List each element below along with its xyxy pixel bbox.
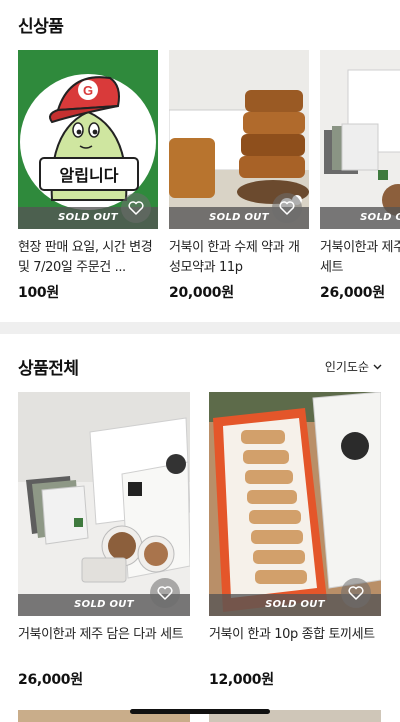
home-indicator[interactable] (130, 709, 270, 714)
sold-out-badge: SOLD OUT (320, 207, 400, 229)
heart-icon (128, 201, 144, 215)
all-products-title: 상품전체 (18, 359, 79, 379)
product-name[interactable]: 거북이 한과 수제 약과 개성모약과 11p (169, 238, 309, 278)
wishlist-button[interactable] (150, 578, 180, 608)
product-card[interactable]: SOLD OUT 거북이한과 제주 담은 다과 세트 26,000원 (320, 50, 400, 300)
product-name[interactable]: 거북이한과 제주 담은 다과 세트 (18, 625, 190, 665)
wishlist-button[interactable] (121, 193, 151, 223)
heart-icon (279, 201, 295, 215)
product-image[interactable]: SOLD OUT (209, 392, 381, 616)
product-name[interactable]: 거북이한과 제주 담은 다과 세트 (320, 238, 400, 278)
product-card[interactable]: G 알립니다 SOLD OUT 현장 판매 요일, 시간 변경 및 7/20일 … (18, 50, 158, 300)
product-card[interactable]: SOLD OUT 거북이 한과 10p 종합 토끼세트 12,000원 (209, 392, 381, 689)
product-card[interactable]: SOLD OUT 거북이 한과 수제 약과 개성모약과 11p 20,000원 (169, 50, 309, 300)
sort-label: 인기도순 (324, 360, 369, 374)
product-price: 26,000원 (320, 285, 385, 300)
heart-icon (348, 586, 364, 600)
dessert-set-photo (320, 50, 400, 229)
product-card[interactable]: SOLD OUT 거북이한과 제주 담은 다과 세트 26,000원 (18, 392, 190, 689)
product-image[interactable]: G 알립니다 SOLD OUT (18, 50, 158, 229)
product-name[interactable]: 거북이 한과 10p 종합 토끼세트 (209, 625, 381, 665)
new-products-carousel[interactable]: G 알립니다 SOLD OUT 현장 판매 요일, 시간 변경 및 7/20일 … (18, 50, 400, 300)
product-price: 26,000원 (18, 672, 83, 688)
product-image[interactable]: SOLD OUT (320, 50, 400, 229)
product-price: 12,000원 (209, 672, 274, 688)
wishlist-button[interactable] (341, 578, 371, 608)
sort-dropdown[interactable]: 인기도순 (325, 358, 382, 375)
product-name[interactable]: 현장 판매 요일, 시간 변경 및 7/20일 주문건 ... (18, 238, 158, 278)
wishlist-button[interactable] (272, 193, 302, 223)
cap-letter: G (83, 83, 93, 98)
notice-text: 알립니다 (60, 166, 119, 185)
product-image[interactable]: SOLD OUT (169, 50, 309, 229)
product-image[interactable]: SOLD OUT (18, 392, 190, 616)
product-price: 20,000원 (169, 285, 234, 300)
section-divider (0, 322, 400, 334)
product-price: 100원 (18, 285, 59, 300)
heart-icon (157, 586, 173, 600)
chevron-down-icon (373, 364, 382, 369)
new-products-title: 신상품 (18, 17, 64, 37)
